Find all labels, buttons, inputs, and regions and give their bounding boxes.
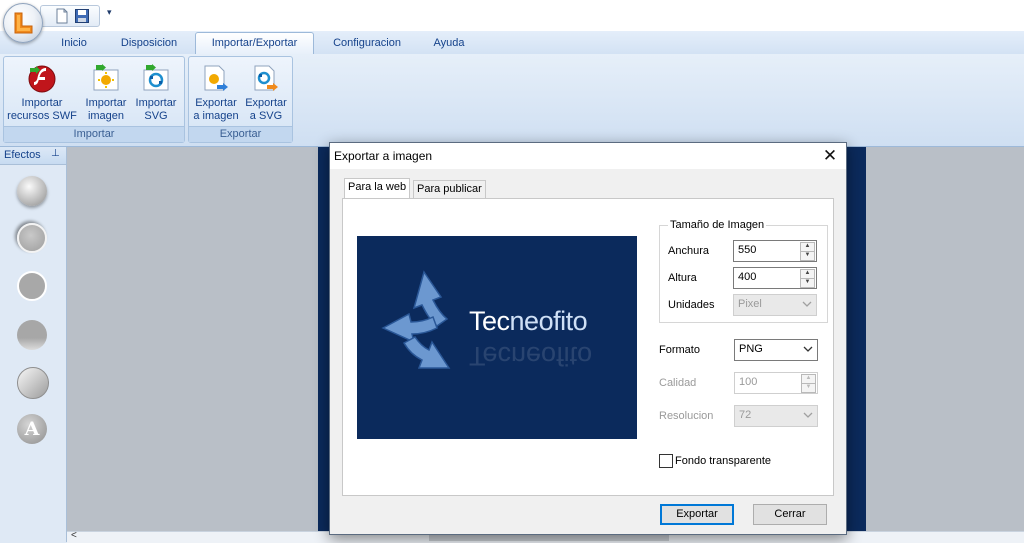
logo-reflection: Tecneofito: [469, 341, 593, 371]
image-export-icon: [201, 63, 231, 93]
title-bar: [0, 0, 1024, 31]
import-svg-label: Importar SVG: [135, 97, 177, 122]
flash-import-icon: [27, 63, 57, 93]
import-svg-button[interactable]: Importar SVG: [132, 59, 180, 127]
close-button[interactable]: Cerrar: [753, 504, 827, 525]
pin-icon[interactable]: ⊥: [51, 148, 60, 159]
width-label: Anchura: [668, 245, 709, 257]
tab-importar-exportar[interactable]: Importar/Exportar: [195, 32, 314, 55]
tab-para-la-web[interactable]: Para la web: [344, 178, 411, 199]
chevron-down-icon: [803, 412, 813, 418]
chevron-down-icon: [803, 346, 813, 352]
dialog-title: Exportar a imagen: [334, 149, 433, 163]
resolution-value: 72: [739, 409, 752, 421]
preview-logo-text: Tecneofito: [469, 306, 588, 337]
transparent-background-checkbox[interactable]: [659, 454, 673, 468]
width-stepper[interactable]: 550 ▲ ▼: [733, 240, 817, 262]
tab-para-publicar[interactable]: Para publicar: [413, 180, 486, 200]
export-button[interactable]: Exportar: [660, 504, 734, 525]
quality-value: 100: [739, 376, 758, 388]
effects-panel: Efectos ⊥ A: [0, 147, 67, 542]
ribbon-tab-strip: Inicio Disposicion Importar/Exportar Con…: [0, 31, 1024, 55]
tab-disposicion[interactable]: Disposicion: [110, 35, 188, 53]
units-value: Pixel: [738, 298, 762, 310]
export-svg-button[interactable]: Exportar a SVG: [241, 59, 291, 127]
width-value: 550: [738, 244, 757, 256]
svg-import-icon: [141, 63, 171, 93]
resolution-select: 72: [734, 405, 818, 427]
effects-panel-header: Efectos ⊥: [0, 147, 66, 165]
quality-down-arrow-icon: ▼: [801, 383, 816, 393]
height-stepper[interactable]: 400 ▲ ▼: [733, 267, 817, 289]
format-label: Formato: [659, 344, 700, 356]
dialog-title-bar[interactable]: Exportar a imagen ✕: [330, 143, 846, 169]
ribbon-panel: Importar recursos SWF Importar imagen Im…: [0, 54, 1024, 147]
quality-label: Calidad: [659, 377, 697, 389]
application-menu-button[interactable]: [3, 3, 43, 43]
effects-panel-title: Efectos: [4, 149, 41, 161]
exportar-group-label: Exportar: [189, 126, 292, 142]
save-icon[interactable]: [74, 8, 90, 24]
export-image-dialog: Exportar a imagen ✕ Para la web Para pub…: [329, 142, 847, 535]
shadow-circle-effect[interactable]: [17, 223, 47, 253]
raised-circle-effect[interactable]: [17, 176, 47, 206]
height-value: 400: [738, 271, 757, 283]
svg-export-icon: [251, 63, 281, 93]
export-svg-label: Exportar a SVG: [245, 97, 287, 122]
import-swf-label: Importar recursos SWF: [7, 97, 77, 122]
height-down-arrow-icon[interactable]: ▼: [800, 278, 815, 288]
reflection-circle-effect[interactable]: [17, 320, 47, 350]
tab-configuracion[interactable]: Configuracion: [322, 35, 412, 53]
importar-group: Importar recursos SWF Importar imagen Im…: [3, 56, 185, 143]
logo-text-bold: Tec: [469, 306, 510, 336]
image-size-group: Tamaño de Imagen Anchura 550 ▲ ▼ Altura …: [659, 219, 828, 323]
image-size-legend: Tamaño de Imagen: [668, 219, 767, 231]
app-logo-icon: [14, 12, 33, 34]
scrollbar-thumb[interactable]: [429, 534, 669, 541]
units-select: Pixel: [733, 294, 817, 316]
format-select[interactable]: PNG: [734, 339, 818, 361]
units-label: Unidades: [668, 299, 715, 311]
scroll-left-arrow[interactable]: <: [71, 530, 77, 541]
export-image-button[interactable]: Exportar a imagen: [191, 59, 241, 127]
quick-access-toolbar: [40, 5, 100, 27]
logo-text-light: neofito: [509, 306, 588, 336]
quality-stepper: 100 ▲ ▼: [734, 372, 818, 394]
width-down-arrow-icon[interactable]: ▼: [800, 251, 815, 261]
customize-dropdown-icon[interactable]: ▾: [107, 7, 112, 18]
transparent-background-label[interactable]: Fondo transparente: [675, 455, 771, 467]
export-image-label: Exportar a imagen: [193, 97, 239, 122]
image-preview: Tecneofito Tecneofito: [357, 236, 637, 439]
import-image-label: Importar imagen: [85, 97, 127, 122]
exportar-group: Exportar a imagen Exportar a SVG Exporta…: [188, 56, 293, 143]
resolution-label: Resolucion: [659, 410, 714, 422]
tab-inicio[interactable]: Inicio: [52, 35, 96, 53]
height-label: Altura: [668, 272, 697, 284]
chevron-down-icon: [802, 301, 812, 307]
new-document-icon[interactable]: [54, 8, 70, 24]
importar-group-label: Importar: [4, 126, 184, 142]
tab-ayuda[interactable]: Ayuda: [424, 35, 474, 53]
format-value: PNG: [739, 343, 763, 355]
text-effect[interactable]: A: [17, 414, 47, 444]
gradient-circle-effect[interactable]: [17, 367, 49, 399]
recycle-arrows-icon: [381, 270, 451, 369]
close-icon[interactable]: ✕: [820, 146, 840, 166]
image-import-icon: [91, 63, 121, 93]
import-swf-button[interactable]: Importar recursos SWF: [7, 59, 77, 127]
import-image-button[interactable]: Importar imagen: [82, 59, 130, 127]
outline-circle-effect[interactable]: [17, 271, 47, 301]
tab-page-web: Tecneofito Tecneofito Tamaño de Imagen A…: [342, 198, 834, 496]
